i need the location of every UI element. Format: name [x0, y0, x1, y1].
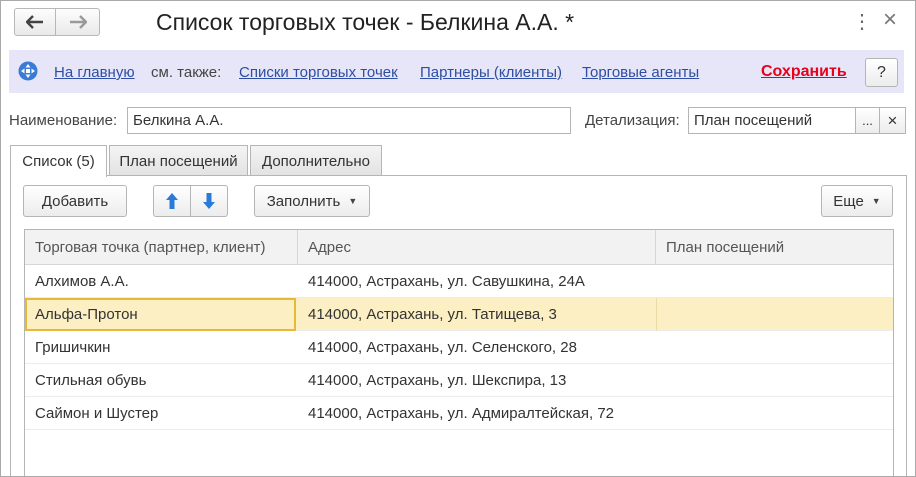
table-header: Торговая точка (партнер, клиент) Адрес П…: [25, 230, 893, 265]
cell-address: 414000, Астрахань, ул. Савушкина, 24А: [308, 273, 585, 290]
detail-label: Детализация:: [585, 112, 680, 129]
more-button-label: Еще: [833, 192, 864, 210]
arrow-right-icon: [69, 15, 87, 29]
cell-visit-plan: [656, 397, 893, 430]
add-button[interactable]: Добавить: [23, 185, 127, 217]
table-row[interactable]: Гришичкин 414000, Астрахань, ул. Селенск…: [25, 331, 893, 364]
cell-visit-plan: [656, 265, 893, 298]
help-button[interactable]: ?: [865, 58, 898, 87]
save-link[interactable]: Сохранить: [761, 63, 847, 81]
cell-address: 414000, Астрахань, ул. Селенского, 28: [308, 339, 577, 356]
see-also-label: см. также:: [151, 64, 222, 81]
back-button[interactable]: [14, 8, 56, 36]
cell-address: 414000, Астрахань, ул. Шекспира, 13: [308, 372, 567, 389]
cell-visit-plan: [656, 298, 893, 331]
cell-address: 414000, Астрахань, ул. Адмиралтейская, 7…: [308, 405, 614, 422]
close-icon[interactable]: ×: [882, 6, 898, 34]
cell-visit-plan: [656, 331, 893, 364]
link-partners[interactable]: Партнеры (клиенты): [420, 64, 562, 81]
more-button[interactable]: Еще ▼: [821, 185, 893, 217]
chevron-down-icon: ▼: [871, 196, 881, 206]
cell-outlet: Саймон и Шустер: [35, 405, 159, 422]
tab-visit-plan[interactable]: План посещений: [109, 145, 248, 176]
tab-list[interactable]: Список (5): [10, 145, 107, 177]
table-row[interactable]: Алхимов А.А. 414000, Астрахань, ул. Саву…: [25, 265, 893, 298]
arrow-left-icon: [26, 15, 43, 29]
name-label: Наименование:: [9, 112, 118, 129]
table-row-selected[interactable]: Альфа-Протон 414000, Астрахань, ул. Тати…: [25, 298, 893, 331]
move-down-button[interactable]: [190, 185, 228, 217]
cell-outlet: Алхимов А.А.: [35, 273, 129, 290]
link-outlet-lists[interactable]: Списки торговых точек: [239, 64, 398, 81]
column-header-outlet[interactable]: Торговая точка (партнер, клиент): [25, 230, 298, 264]
link-sales-agents[interactable]: Торговые агенты: [582, 64, 699, 81]
home-link[interactable]: На главную: [54, 64, 135, 81]
arrow-up-icon: [166, 193, 178, 209]
chevron-down-icon: ▼: [348, 196, 358, 206]
cell-outlet: Гришичкин: [35, 339, 111, 356]
detail-field[interactable]: План посещений: [688, 107, 856, 134]
navigation-icon[interactable]: [18, 61, 38, 81]
fill-button-label: Заполнить: [266, 192, 341, 210]
outlets-table[interactable]: Торговая точка (партнер, клиент) Адрес П…: [24, 229, 894, 476]
table-row[interactable]: Стильная обувь 414000, Астрахань, ул. Ше…: [25, 364, 893, 397]
column-header-address[interactable]: Адрес: [298, 230, 656, 264]
arrow-down-icon: [203, 193, 215, 209]
more-menu-icon[interactable]: ⋮: [852, 9, 872, 34]
window-title: Список торговых точек - Белкина А.А. *: [156, 9, 575, 35]
tab-additional[interactable]: Дополнительно: [250, 145, 382, 176]
forward-button[interactable]: [56, 8, 100, 36]
cell-outlet: Альфа-Протон: [25, 298, 296, 331]
move-up-button[interactable]: [153, 185, 191, 217]
cell-outlet: Стильная обувь: [35, 372, 147, 389]
name-field[interactable]: Белкина А.А.: [127, 107, 571, 134]
column-header-visit-plan[interactable]: План посещений: [656, 230, 893, 264]
table-row[interactable]: Саймон и Шустер 414000, Астрахань, ул. А…: [25, 397, 893, 430]
fill-button[interactable]: Заполнить ▼: [254, 185, 370, 217]
cell-address: 414000, Астрахань, ул. Татищева, 3: [308, 306, 557, 323]
clear-button[interactable]: ×: [879, 107, 906, 134]
cell-visit-plan: [656, 364, 893, 397]
select-button[interactable]: ...: [855, 107, 880, 134]
